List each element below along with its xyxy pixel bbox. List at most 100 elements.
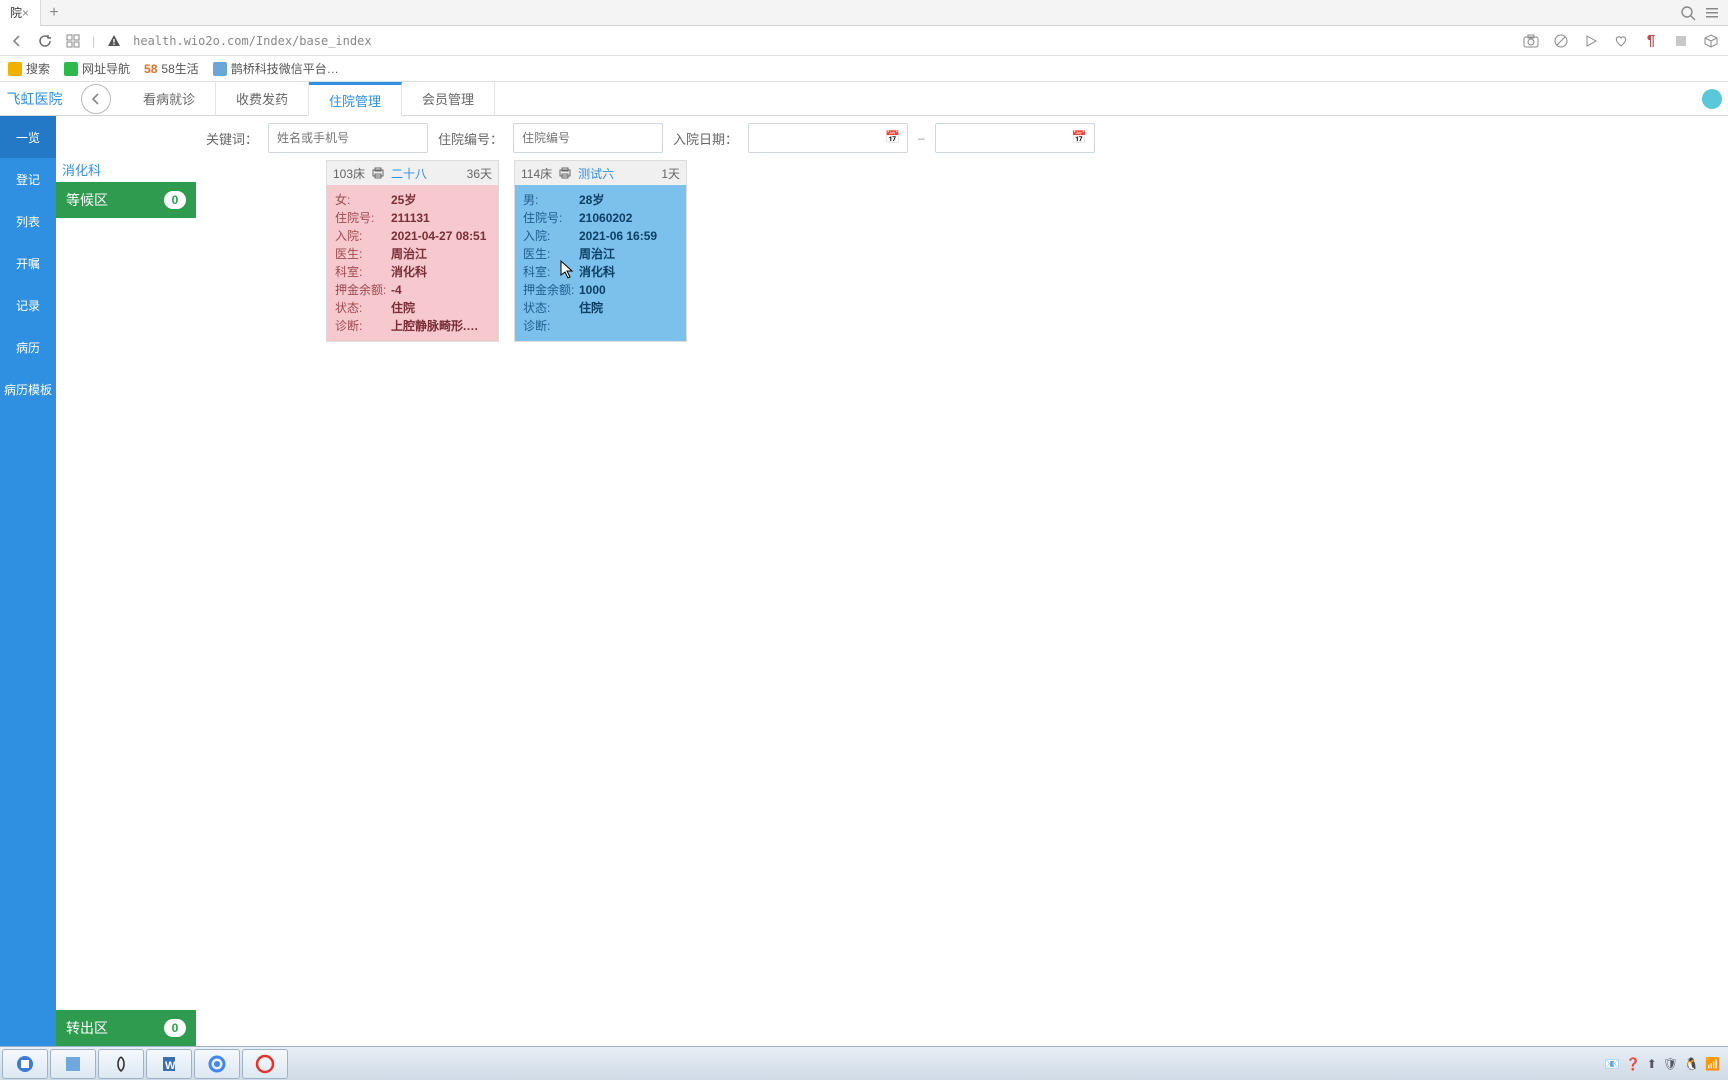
browser-tab-bar: 院 × + bbox=[0, 0, 1728, 26]
play-icon[interactable] bbox=[1582, 32, 1600, 50]
heart-icon[interactable] bbox=[1612, 32, 1630, 50]
bed-number: 114床 bbox=[521, 165, 552, 182]
days: 36天 bbox=[467, 165, 492, 182]
patient-name: 二十八 bbox=[391, 165, 427, 182]
keyword-label: 关键词： bbox=[206, 129, 258, 148]
taskbar-item[interactable] bbox=[50, 1049, 96, 1079]
tab-title: 院 bbox=[10, 4, 22, 21]
bookmark-bar: 搜索 网址导航 5858生活 鹊桥科技微信平台… bbox=[0, 56, 1728, 82]
back-button[interactable] bbox=[81, 84, 111, 114]
nav-item[interactable]: 病历 bbox=[0, 326, 56, 368]
cube-icon[interactable] bbox=[1702, 32, 1720, 50]
nav-item[interactable]: 开嘱 bbox=[0, 242, 56, 284]
tray-icon[interactable]: 🛡 bbox=[1663, 1057, 1678, 1071]
patient-row: 押金余额:-4 bbox=[335, 281, 490, 299]
patient-row: 住院号:21060202 bbox=[523, 209, 678, 227]
patient-row: 诊断: bbox=[523, 317, 678, 335]
content-area: 关键词： 住院编号： 入院日期： 📅 – 📅 103床二十八36天女:25岁住院… bbox=[196, 116, 1728, 1046]
number-input[interactable] bbox=[513, 123, 663, 153]
new-tab-button[interactable]: + bbox=[41, 0, 67, 26]
print-icon[interactable] bbox=[558, 167, 572, 179]
tray-icon[interactable]: 🐧 bbox=[1684, 1057, 1699, 1071]
patient-row: 住院号:211131 bbox=[335, 209, 490, 227]
app-header: 飞虹医院 看病就诊 收费发药 住院管理 会员管理 bbox=[0, 82, 1728, 116]
patient-row: 医生:周治江 bbox=[335, 245, 490, 263]
svg-text:W: W bbox=[165, 1060, 176, 1072]
browser-tab[interactable]: 院 × bbox=[0, 0, 41, 26]
patient-row: 科室:消化科 bbox=[523, 263, 678, 281]
patient-row: 女:25岁 bbox=[335, 191, 490, 209]
top-tab[interactable]: 会员管理 bbox=[402, 82, 495, 116]
date-to-input[interactable] bbox=[935, 123, 1095, 153]
date-from-input[interactable] bbox=[748, 123, 908, 153]
print-icon[interactable] bbox=[371, 167, 385, 179]
patient-cards: 103床 二十八 36天女:25岁住院号:211131入院:2021-04-27 0… bbox=[196, 160, 1728, 342]
patient-row: 男:28岁 bbox=[523, 191, 678, 209]
taskbar-item[interactable] bbox=[2, 1049, 48, 1079]
dept-title: 消化科 bbox=[56, 160, 196, 182]
count-badge: 0 bbox=[164, 1019, 186, 1037]
url-text[interactable]: health.wio2o.com/Index/base_index bbox=[133, 34, 371, 48]
date-label: 入院日期： bbox=[673, 129, 738, 148]
taskbar-item[interactable] bbox=[98, 1049, 144, 1079]
taskbar-item[interactable]: W bbox=[146, 1049, 192, 1079]
days: 1天 bbox=[661, 165, 680, 182]
filter-bar: 关键词： 住院编号： 入院日期： 📅 – 📅 bbox=[196, 116, 1728, 160]
nav-item[interactable]: 记录 bbox=[0, 284, 56, 326]
patient-row: 入院:2021-06 16:59 bbox=[523, 227, 678, 245]
camera-icon[interactable] bbox=[1522, 32, 1540, 50]
bed-number: 103床 bbox=[333, 165, 365, 182]
address-bar: | health.wio2o.com/Index/base_index ¶ bbox=[0, 26, 1728, 56]
patient-row: 押金余额:1000 bbox=[523, 281, 678, 299]
taskbar: W 📧 ❓ ⬆ 🛡 🐧 📶 bbox=[0, 1046, 1728, 1080]
bookmark-item[interactable]: 5858生活 bbox=[144, 60, 199, 77]
patient-row: 入院:2021-04-27 08:51 bbox=[335, 227, 490, 245]
bookmark-item[interactable]: 鹊桥科技微信平台… bbox=[213, 60, 339, 77]
pilcrow-icon[interactable]: ¶ bbox=[1642, 32, 1660, 50]
block-icon[interactable] bbox=[1552, 32, 1570, 50]
patient-name: 测试六 bbox=[578, 165, 614, 182]
taskbar-item[interactable] bbox=[194, 1049, 240, 1079]
patient-row: 科室:消化科 bbox=[335, 263, 490, 281]
tray-icon[interactable]: 📧 bbox=[1605, 1057, 1620, 1071]
calendar-icon[interactable]: 📅 bbox=[1072, 130, 1087, 144]
top-tab[interactable]: 看病就诊 bbox=[123, 82, 216, 116]
menu-icon[interactable] bbox=[1704, 5, 1720, 21]
patient-card[interactable]: 103床 二十八 36天女:25岁住院号:211131入院:2021-04-27 0… bbox=[326, 160, 499, 342]
nav-item[interactable]: 一览 bbox=[0, 116, 56, 158]
patient-row: 状态:住院 bbox=[335, 299, 490, 317]
taskbar-item[interactable] bbox=[242, 1049, 288, 1079]
patient-row: 状态:住院 bbox=[523, 299, 678, 317]
download-icon[interactable] bbox=[1672, 32, 1690, 50]
avatar[interactable] bbox=[1702, 89, 1722, 109]
number-label: 住院编号： bbox=[438, 129, 503, 148]
nav-item[interactable]: 登记 bbox=[0, 158, 56, 200]
bookmark-item[interactable]: 搜索 bbox=[8, 60, 50, 77]
patient-card[interactable]: 114床 测试六 1天男:28岁住院号:21060202入院:2021-06 16:… bbox=[514, 160, 687, 342]
top-tab[interactable]: 收费发药 bbox=[216, 82, 309, 116]
tray-icon[interactable]: 📶 bbox=[1705, 1057, 1720, 1071]
patient-row: 诊断:上腔静脉畸形.… bbox=[335, 317, 490, 335]
waiting-area[interactable]: 等候区 0 bbox=[56, 182, 196, 218]
system-tray: 📧 ❓ ⬆ 🛡 🐧 📶 bbox=[1605, 1057, 1728, 1071]
reload-icon[interactable] bbox=[36, 32, 54, 50]
search-icon[interactable] bbox=[1680, 5, 1696, 21]
patient-row: 医生:周治江 bbox=[523, 245, 678, 263]
back-icon[interactable] bbox=[8, 32, 26, 50]
site-warning-icon[interactable] bbox=[105, 32, 123, 50]
count-badge: 0 bbox=[164, 191, 186, 209]
nav-item[interactable]: 列表 bbox=[0, 200, 56, 242]
side-column: 消化科 等候区 0 转出区 0 bbox=[56, 116, 196, 1046]
apps-icon[interactable] bbox=[64, 32, 82, 50]
nav-item[interactable]: 病历模板 bbox=[0, 368, 56, 410]
calendar-icon[interactable]: 📅 bbox=[885, 130, 900, 144]
tray-icon[interactable]: ⬆ bbox=[1647, 1057, 1657, 1071]
top-tab[interactable]: 住院管理 bbox=[309, 82, 402, 116]
keyword-input[interactable] bbox=[268, 123, 428, 153]
transfer-area[interactable]: 转出区 0 bbox=[56, 1010, 196, 1046]
tray-icon[interactable]: ❓ bbox=[1626, 1057, 1641, 1071]
close-icon[interactable]: × bbox=[22, 6, 36, 20]
left-nav: 一览 登记 列表 开嘱 记录 病历 病历模板 bbox=[0, 116, 56, 1046]
bookmark-item[interactable]: 网址导航 bbox=[64, 60, 130, 77]
app-name: 飞虹医院 bbox=[0, 89, 69, 109]
